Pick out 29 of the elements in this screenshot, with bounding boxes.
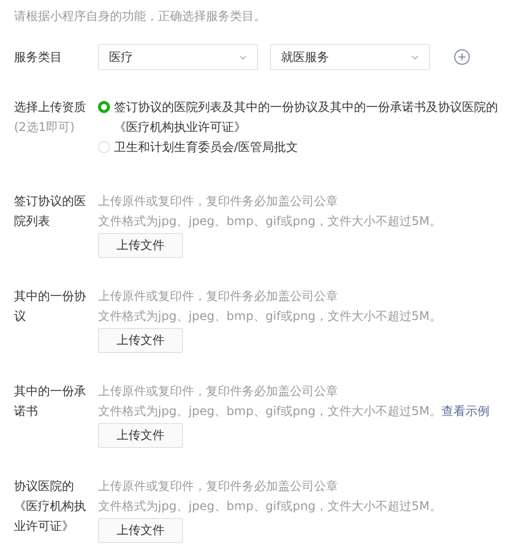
hint-text: 上传原件或复印件，复印件务必加盖公司公章 xyxy=(98,383,338,400)
hint-text: 上传原件或复印件，复印件务必加盖公司公章 xyxy=(98,478,338,495)
field-label: 选择上传资质 xyxy=(14,100,86,114)
upload-button[interactable]: 上传文件 xyxy=(98,233,183,258)
field-label: 签订协议的医院列表 xyxy=(14,193,87,230)
example-link[interactable]: 查看示例 xyxy=(441,404,490,418)
category-select[interactable]: 医疗 xyxy=(98,44,258,70)
caret-icon xyxy=(239,54,247,60)
field-label: 协议医院的《医疗机构执业许可证》 xyxy=(14,478,87,535)
format-hint: 文件格式为jpg、jpeg、bmp、gif或png，文件大小不超过5M。 xyxy=(98,214,442,228)
field-label: 其中的一份协议 xyxy=(14,288,87,325)
radio-button[interactable] xyxy=(98,101,110,113)
radio-label[interactable]: 卫生和计划生育委员会/医管局批文 xyxy=(114,137,298,157)
hint-text: 上传原件或复印件，复印件务必加盖公司公章 xyxy=(98,288,338,305)
add-icon[interactable] xyxy=(454,49,470,65)
caret-icon xyxy=(411,54,419,60)
hint-text: 上传原件或复印件，复印件务必加盖公司公章 xyxy=(98,193,338,210)
upload-button[interactable]: 上传文件 xyxy=(98,328,183,353)
upload-button[interactable]: 上传文件 xyxy=(98,518,183,543)
intro-text: 请根据小程序自身的功能，正确选择服务类目。 xyxy=(14,8,267,25)
format-hint: 文件格式为jpg、jpeg、bmp、gif或png，文件大小不超过5M。 xyxy=(98,404,442,418)
format-hint: 文件格式为jpg、jpeg、bmp、gif或png，文件大小不超过5M。 xyxy=(98,499,442,513)
category-select[interactable]: 就医服务 xyxy=(270,44,430,70)
upload-button[interactable]: 上传文件 xyxy=(98,423,183,448)
format-hint: 文件格式为jpg、jpeg、bmp、gif或png，文件大小不超过5M。 xyxy=(98,309,442,323)
field-label: 服务类目 xyxy=(14,49,63,66)
field-note: (2选1即可) xyxy=(14,119,76,136)
radio-label[interactable]: 签订协议的医院列表及其中的一份协议及其中的一份承诺书及协议医院的《医疗机构执业许可证》 xyxy=(114,97,500,137)
field-label: 其中的一份承诺书 xyxy=(14,383,87,420)
